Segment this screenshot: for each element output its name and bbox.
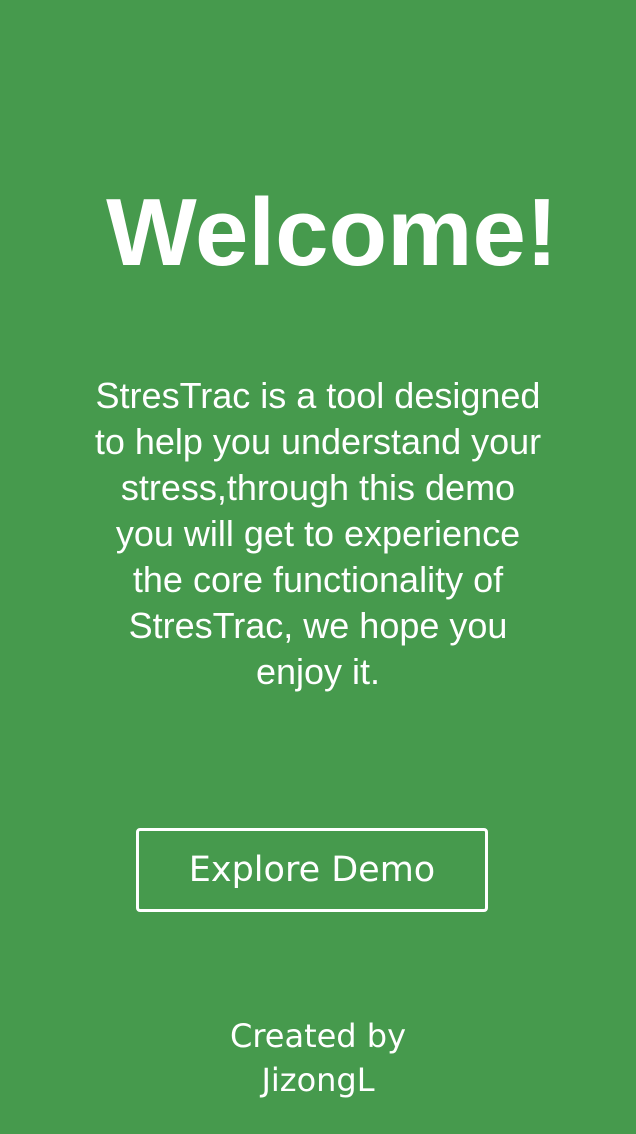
explore-demo-button[interactable]: Explore Demo bbox=[136, 828, 488, 912]
welcome-screen: Welcome! StresTrac is a tool designed to… bbox=[0, 0, 636, 1134]
welcome-title: Welcome! bbox=[106, 179, 558, 286]
author-name: JizongL bbox=[261, 1061, 375, 1099]
credits-label: Created by bbox=[229, 1017, 407, 1055]
credits-footer: Created by JizongL bbox=[0, 1014, 636, 1102]
welcome-description: StresTrac is a tool designed to help you… bbox=[94, 375, 542, 692]
